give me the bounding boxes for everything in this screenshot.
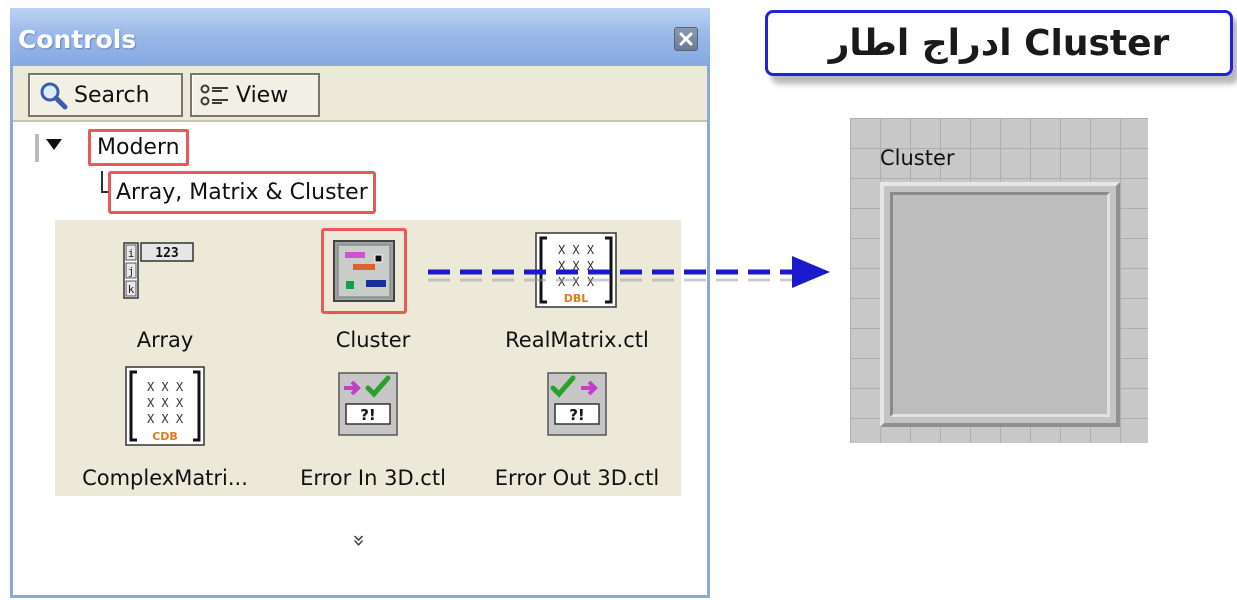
palette-item-label: Error Out 3D.ctl bbox=[494, 466, 660, 490]
expand-arrow-icon[interactable] bbox=[46, 139, 62, 150]
error-glyph: ?! bbox=[360, 406, 376, 424]
palette-item-label: Cluster bbox=[335, 328, 411, 352]
matrix-row: X X X bbox=[147, 412, 184, 426]
error-glyph: ?! bbox=[569, 406, 585, 424]
search-icon bbox=[40, 82, 68, 110]
tree-item-array-matrix-cluster[interactable]: Array, Matrix & Cluster bbox=[108, 171, 376, 214]
tree-item-modern[interactable]: Modern bbox=[88, 129, 189, 166]
array-value-text: 123 bbox=[155, 246, 178, 261]
tree-divider bbox=[35, 134, 39, 162]
palette-item-label: Array bbox=[136, 328, 194, 352]
cluster-interior bbox=[890, 192, 1110, 417]
array-index-k: k bbox=[128, 283, 135, 296]
palette-toolbar: Search View bbox=[13, 66, 707, 122]
cluster-icon[interactable] bbox=[333, 240, 395, 302]
palette-item-label: RealMatrix.ctl bbox=[505, 328, 649, 352]
array-icon[interactable]: i j k 123 bbox=[123, 242, 195, 300]
matrix-row: X X X bbox=[147, 380, 184, 394]
cluster-container[interactable] bbox=[880, 182, 1120, 427]
error-in-icon[interactable]: ?! bbox=[338, 372, 398, 436]
search-button-label: Search bbox=[74, 82, 150, 108]
array-index-j: j bbox=[128, 265, 135, 278]
array-index-i: i bbox=[128, 247, 135, 260]
view-button-label: View bbox=[236, 82, 289, 108]
view-options-icon bbox=[200, 84, 228, 106]
view-button[interactable]: View bbox=[190, 73, 320, 117]
search-button[interactable]: Search bbox=[28, 73, 183, 117]
heading-title: ادراج اطار Cluster bbox=[828, 22, 1170, 64]
matrix-row: X X X bbox=[147, 396, 184, 410]
double-chevron-down-icon[interactable]: » bbox=[346, 534, 371, 547]
heading-banner: ادراج اطار Cluster bbox=[765, 10, 1233, 76]
close-icon[interactable] bbox=[674, 27, 698, 51]
error-out-icon[interactable]: ?! bbox=[547, 372, 607, 436]
cluster-front-panel-preview: Cluster bbox=[850, 118, 1148, 443]
dashed-arrow-icon bbox=[428, 256, 830, 288]
cluster-label: Cluster bbox=[880, 146, 955, 170]
window-titlebar[interactable]: Controls bbox=[10, 8, 710, 66]
complex-matrix-type-badge: CDB bbox=[152, 430, 178, 443]
palette-item-label: ComplexMatri... bbox=[82, 466, 248, 490]
window-title: Controls bbox=[18, 25, 137, 54]
complex-matrix-icon[interactable]: X X X X X X X X X CDB bbox=[125, 366, 205, 446]
palette-item-label: Error In 3D.ctl bbox=[300, 466, 446, 490]
